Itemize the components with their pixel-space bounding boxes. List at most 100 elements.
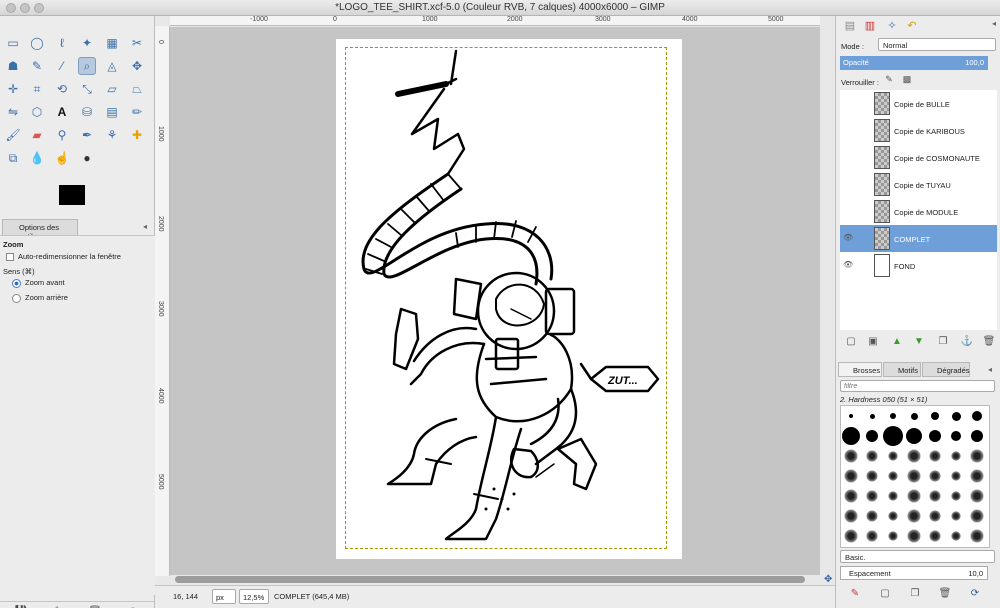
measure-tool-icon[interactable]: ◬ [103,57,121,75]
brush-preview[interactable] [970,469,984,483]
layer-row[interactable]: Copie de MODULE [840,198,997,225]
brush-preview[interactable] [866,450,878,462]
shear-tool-icon[interactable]: ▱ [103,80,121,98]
tab-menu-icon[interactable]: ◂ [143,222,147,231]
brush-preview[interactable] [931,412,939,420]
tab-tool-options[interactable]: Options des outils [2,219,78,241]
rotate-tool-icon[interactable]: ⟲ [53,80,71,98]
brush-preview[interactable] [970,489,984,503]
layer-row[interactable]: Copie de COSMONAUTE [840,144,997,171]
brush-preview[interactable] [971,430,983,442]
brush-preview[interactable] [906,428,922,444]
layers-tab-icon[interactable]: ▤ [840,19,860,35]
visibility-eye-icon[interactable]: 👁 [843,260,853,269]
dock-menu-icon[interactable]: ◂ [984,19,1000,35]
brush-preview[interactable] [951,471,961,481]
brush-preview[interactable] [907,509,921,523]
lock-pixels-icon[interactable]: ✎ [882,74,896,88]
brushes-menu-icon[interactable]: ◂ [988,365,992,374]
horizontal-scrollbar[interactable] [175,576,805,583]
brush-preview[interactable] [844,529,858,543]
color-select-tool-icon[interactable]: ▦ [103,34,121,52]
tab-brushes[interactable]: Brosses [838,362,882,377]
brush-preview[interactable] [866,430,878,442]
undo-history-tab-icon[interactable]: ↶ [902,19,922,35]
brush-preset-select[interactable]: Basic. [840,550,995,563]
tab-gradients[interactable]: Dégradés [922,362,970,377]
vertical-ruler[interactable]: 0 1000 2000 3000 4000 5000 [155,26,170,576]
brush-preview[interactable] [869,413,875,419]
brush-preview[interactable] [866,510,878,522]
brush-preview[interactable] [844,449,858,463]
brush-preview[interactable] [888,511,898,521]
brush-preview[interactable] [888,531,898,541]
zoom-select[interactable]: 12,5% [239,589,269,604]
paintbrush-tool-icon[interactable]: 🖌 [4,126,22,144]
brush-preview[interactable] [844,469,858,483]
brush-preview[interactable] [970,529,984,543]
dodge-burn-tool-icon[interactable]: ● [78,149,96,167]
scissors-tool-icon[interactable]: ✂ [128,34,146,52]
delete-layer-icon[interactable]: 🗑 [982,336,996,350]
airbrush-tool-icon[interactable]: ⚲ [53,126,71,144]
tab-patterns[interactable]: Motifs [883,362,921,377]
foreground-color-swatch[interactable] [59,185,85,205]
heal-tool-icon[interactable]: ✚ [128,126,146,144]
brush-preview[interactable] [907,489,921,503]
brush-preview[interactable] [844,489,858,503]
free-select-tool-icon[interactable]: ℓ [53,34,71,52]
lower-layer-icon[interactable]: ▼ [912,336,926,350]
gradient-tool-icon[interactable]: ▤ [103,103,121,121]
zoom-in-radio[interactable] [12,278,21,288]
anchor-layer-icon[interactable]: ⚓ [960,336,974,350]
brush-preview[interactable] [888,471,898,481]
auto-resize-checkbox[interactable] [6,253,14,262]
bucket-fill-tool-icon[interactable]: ⛁ [78,103,96,121]
brush-preview[interactable] [890,413,896,419]
zoom-tool-icon[interactable]: ⌕ [78,57,96,75]
pencil-tool-icon[interactable]: ✏ [128,103,146,121]
brush-grid[interactable] [840,405,990,548]
brush-preview[interactable] [970,449,984,463]
cage-transform-tool-icon[interactable]: ⬡ [28,103,46,121]
brush-preview[interactable] [929,490,941,502]
mode-select[interactable]: Normal [878,38,996,51]
visibility-eye-icon[interactable]: 👁 [843,233,853,242]
brush-preview[interactable] [907,529,921,543]
paths-tool-icon[interactable]: ✎ [28,57,46,75]
zoom-in-option[interactable]: Zoom avant [12,278,65,288]
brush-preview[interactable] [866,530,878,542]
brush-preview[interactable] [951,411,961,421]
horizontal-ruler[interactable]: -1000 0 1000 2000 3000 4000 5000 [170,16,820,26]
channels-tab-icon[interactable]: ▥ [860,19,880,35]
zoom-out-radio[interactable] [12,293,21,303]
brush-preview[interactable] [929,510,941,522]
layer-row[interactable]: Copie de TUYAU [840,171,997,198]
scale-tool-icon[interactable]: ⤡ [78,80,96,98]
layers-list[interactable]: Copie de BULLE Copie de KARIBOUS Copie de … [840,90,997,330]
brush-preview[interactable] [844,509,858,523]
rect-select-tool-icon[interactable]: ▭ [4,34,22,52]
brush-preview[interactable] [883,426,903,446]
layer-row[interactable]: 👁 FOND [840,252,997,279]
fuzzy-select-tool-icon[interactable]: ✦ [78,34,96,52]
eraser-tool-icon[interactable]: ▰ [28,126,46,144]
ellipse-select-tool-icon[interactable]: ◯ [28,34,46,52]
paths-tab-icon[interactable]: ✧ [882,19,902,35]
refresh-brushes-icon[interactable]: ⟳ [968,588,982,602]
brush-preview[interactable] [951,491,961,501]
new-layer-icon[interactable]: ▢ [844,336,858,350]
clone-tool-icon[interactable]: ⚘ [103,126,121,144]
navigate-icon[interactable]: ✥ [824,574,832,585]
flip-tool-icon[interactable]: ⇋ [4,103,22,121]
new-brush-icon[interactable]: ▢ [878,588,892,602]
brush-preview[interactable] [910,412,918,420]
blur-tool-icon[interactable]: 💧 [28,149,46,167]
brush-preview[interactable] [929,470,941,482]
duplicate-brush-icon[interactable]: ❐ [908,588,922,602]
brush-preview[interactable] [929,430,941,442]
brush-preview[interactable] [849,414,853,418]
align-tool-icon[interactable]: ✛ [4,80,22,98]
spacing-slider[interactable]: Espacement 10,0 [840,566,988,580]
brush-preview[interactable] [972,411,982,421]
